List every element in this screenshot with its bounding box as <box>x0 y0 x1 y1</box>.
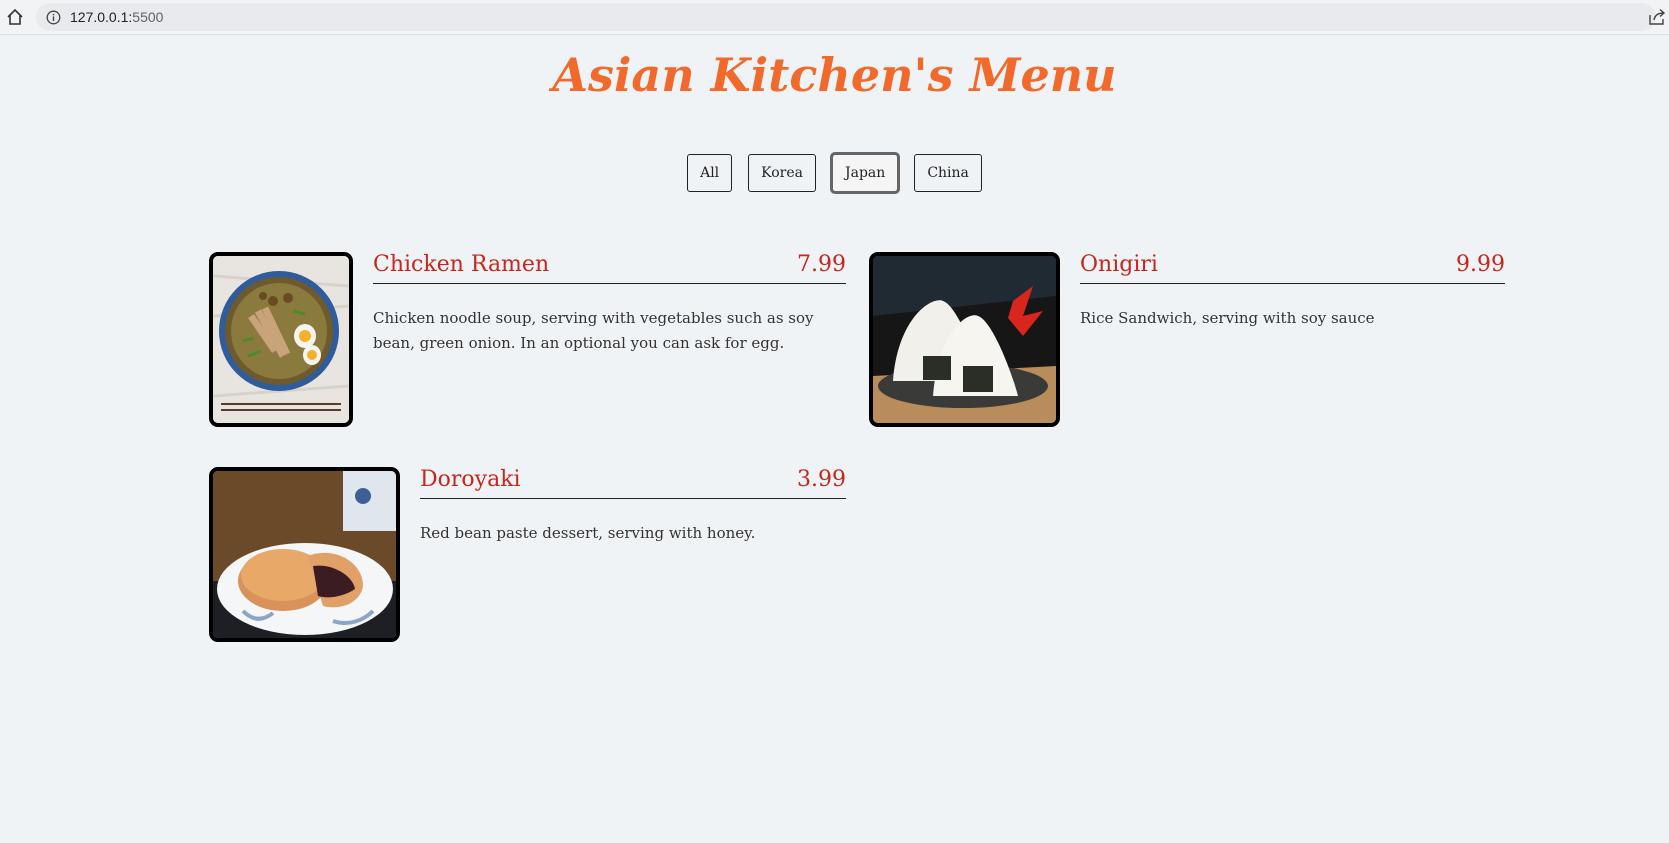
home-icon[interactable] <box>4 5 26 29</box>
filter-korea-button[interactable]: Korea <box>748 154 817 192</box>
item-name: Chicken Ramen <box>373 252 550 277</box>
item-header: Chicken Ramen 7.99 <box>373 252 846 284</box>
item-name: Doroyaki <box>420 467 521 492</box>
item-description: Chicken noodle soup, serving with vegeta… <box>373 309 814 352</box>
filter-japan-button[interactable]: Japan <box>830 152 901 194</box>
menu-item: Doroyaki 3.99 Red bean paste dessert, se… <box>209 467 846 642</box>
menu-item: Chicken Ramen 7.99 Chicken noodle soup, … <box>209 252 846 427</box>
filter-china-button[interactable]: China <box>914 154 982 192</box>
menu-item: Onigiri 9.99 Rice Sandwich, serving with… <box>869 252 1505 427</box>
doroyaki-photo <box>209 467 400 642</box>
item-price: 3.99 <box>797 467 846 492</box>
onigiri-photo <box>869 252 1060 427</box>
item-header: Onigiri 9.99 <box>1080 252 1505 284</box>
ramen-photo <box>209 252 353 427</box>
info-icon[interactable] <box>46 10 61 25</box>
share-icon[interactable] <box>1647 7 1667 27</box>
page-title: Asian Kitchen's Menu <box>552 48 1117 102</box>
item-description: Red bean paste dessert, serving with hon… <box>420 524 756 542</box>
item-header: Doroyaki 3.99 <box>420 467 846 499</box>
item-price: 7.99 <box>797 252 846 277</box>
browser-toolbar: 127.0.0.1:5500 <box>0 0 1669 35</box>
item-price: 9.99 <box>1456 252 1505 277</box>
url-text: 127.0.0.1:5500 <box>70 9 164 25</box>
item-description: Rice Sandwich, serving with soy sauce <box>1080 309 1375 327</box>
filter-all-button[interactable]: All <box>687 154 733 192</box>
item-name: Onigiri <box>1080 252 1158 277</box>
category-filters: All Korea Japan China <box>0 152 1669 194</box>
address-bar[interactable]: 127.0.0.1:5500 <box>36 3 1656 31</box>
